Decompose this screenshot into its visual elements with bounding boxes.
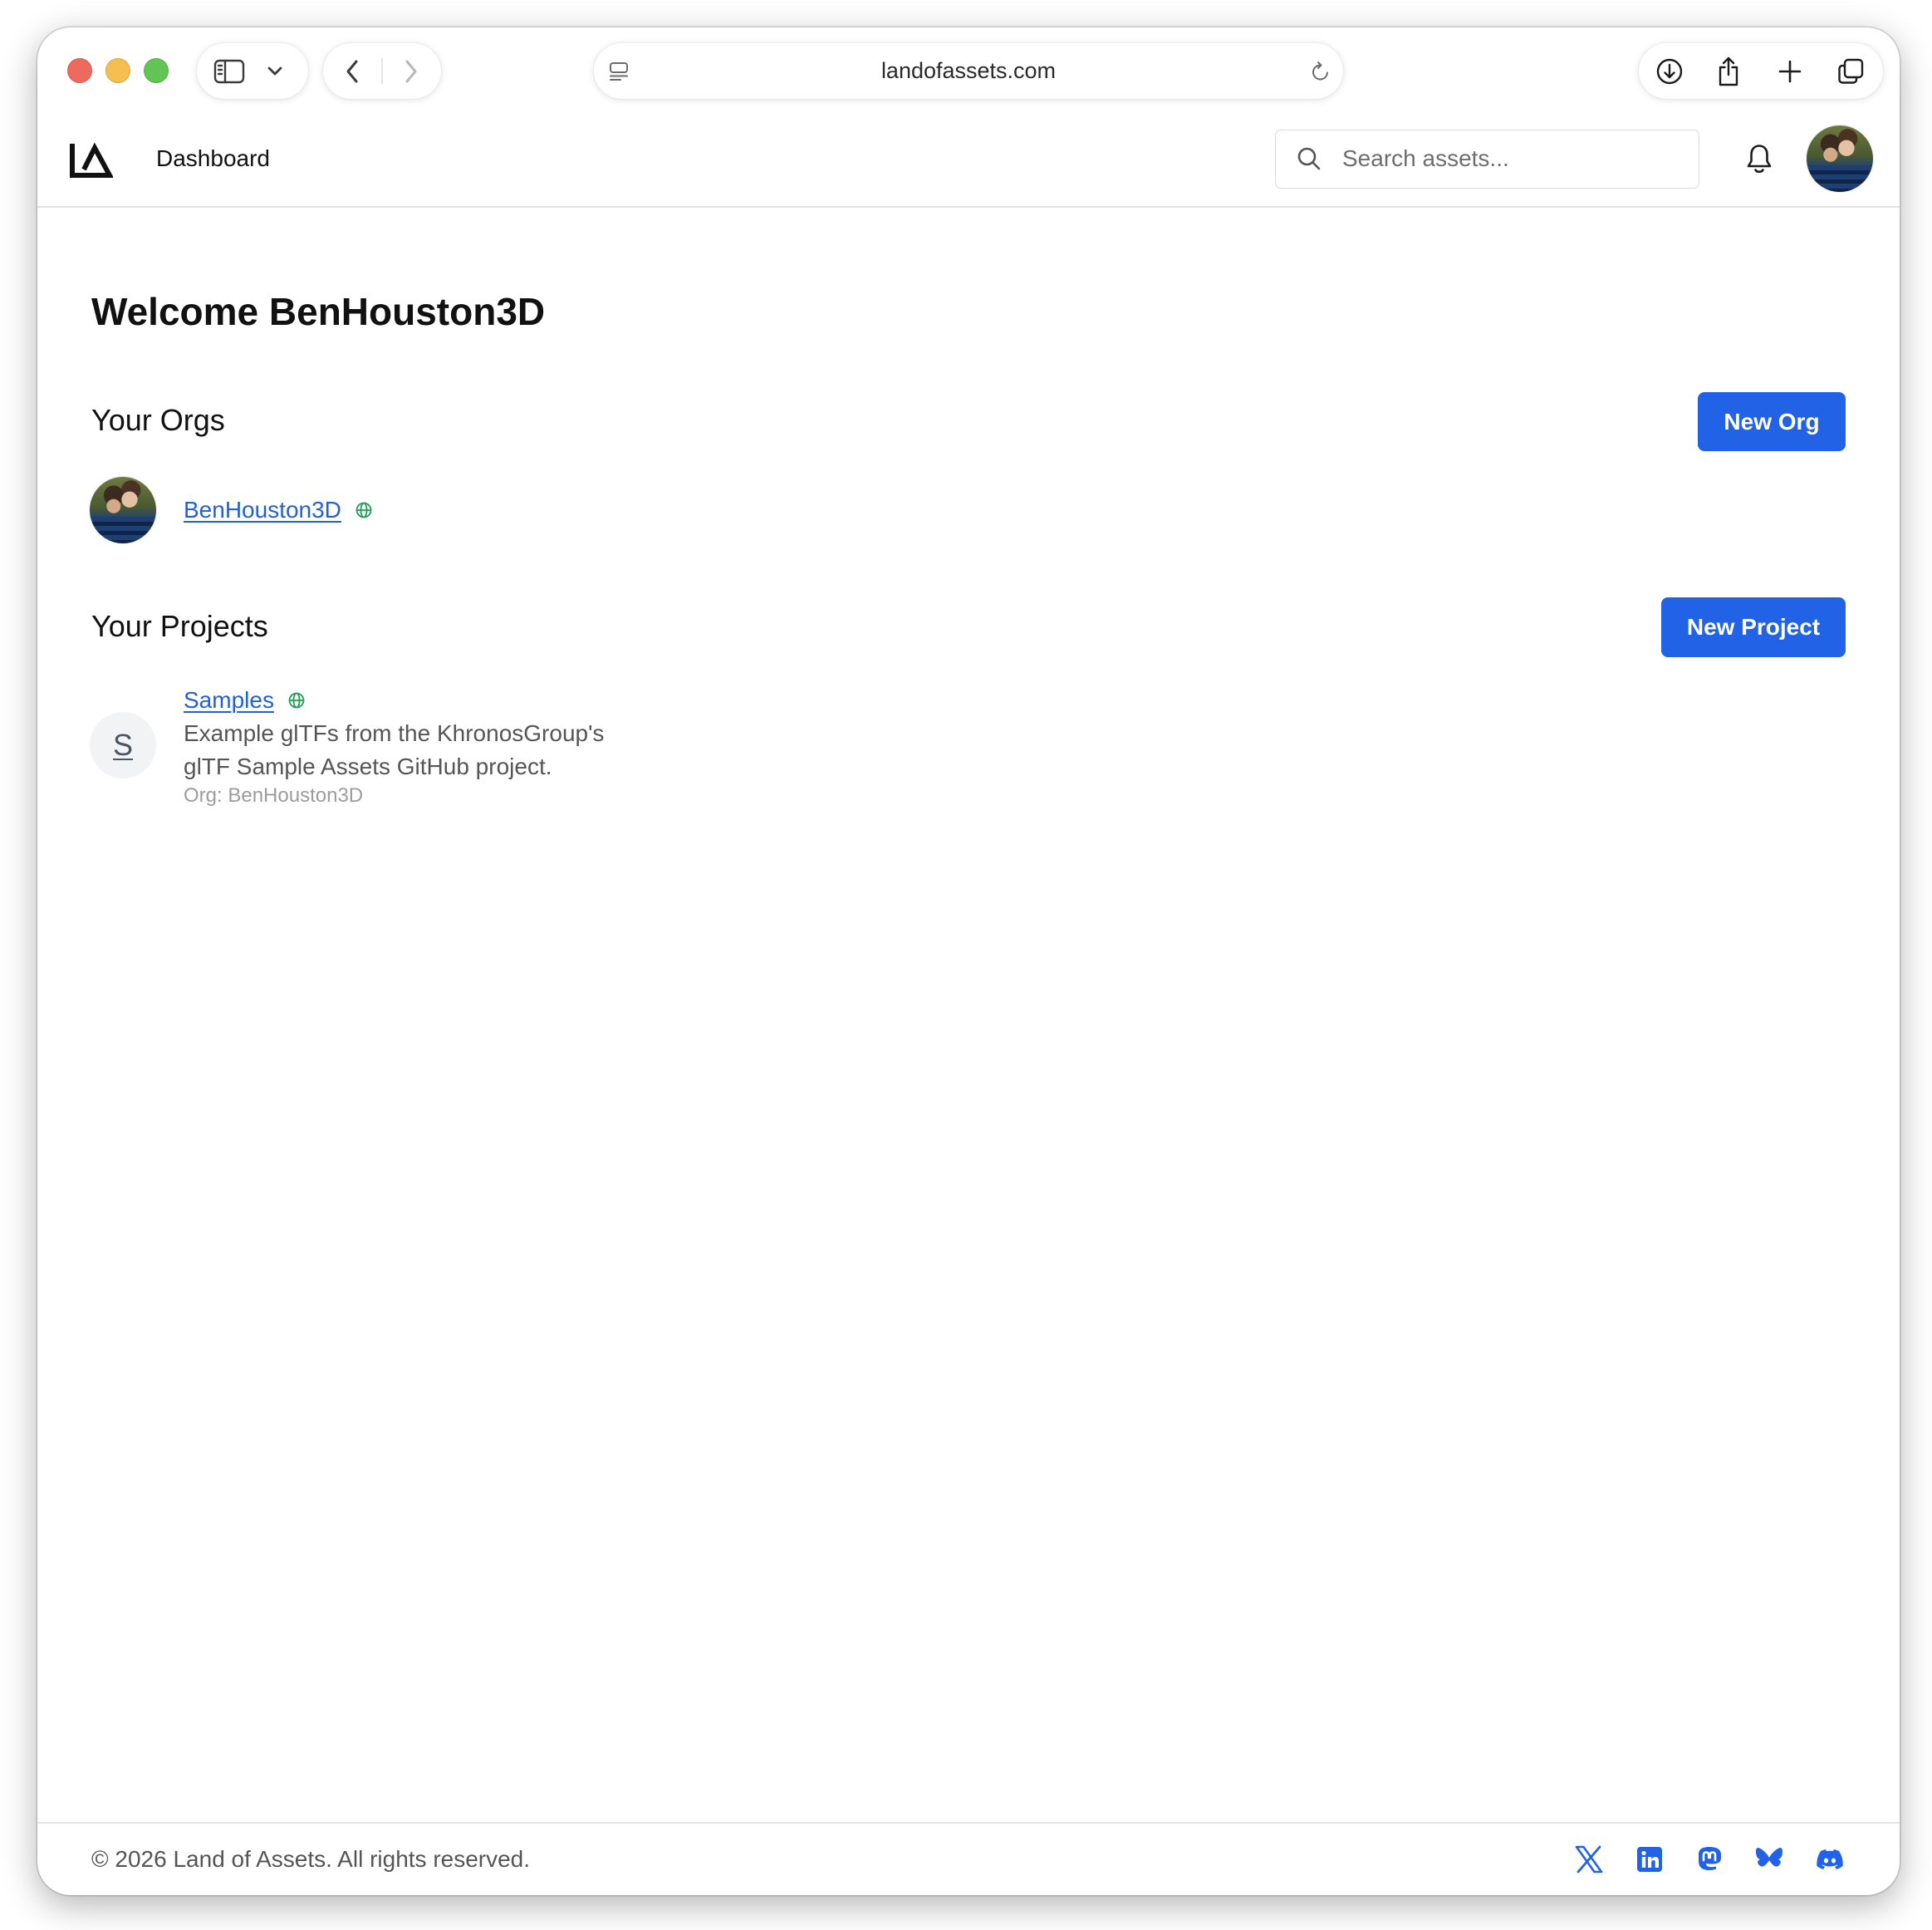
sidebar-menu-button[interactable] (257, 48, 293, 94)
x-icon (1575, 1845, 1603, 1874)
discord-icon (1817, 1849, 1843, 1869)
chevron-right-icon (405, 60, 417, 82)
bluesky-icon (1756, 1848, 1782, 1867)
footer-copyright: © 2026 Land of Assets. All rights reserv… (91, 1846, 531, 1872)
projects-section-title: Your Projects (91, 609, 268, 643)
notifications-button[interactable] (1737, 136, 1782, 181)
project-org-label: Org: BenHouston3D (184, 784, 364, 807)
linkedin-icon (1637, 1847, 1662, 1872)
home-logo-link[interactable] (68, 142, 115, 179)
address-bar[interactable]: landofassets.com (594, 43, 1343, 99)
nav-dashboard-link[interactable]: Dashboard (156, 145, 270, 173)
bluesky-link[interactable] (1754, 1844, 1784, 1874)
project-initial-avatar[interactable]: S (90, 712, 156, 778)
search-box (1275, 130, 1699, 189)
tab-overview-button[interactable] (1828, 48, 1873, 94)
download-icon (1656, 58, 1683, 84)
reload-icon (1312, 61, 1328, 80)
browser-window: landofassets.com Dashboard Search assets… (37, 27, 1900, 1895)
share-button[interactable] (1706, 48, 1751, 94)
share-icon (1719, 56, 1738, 86)
search-icon (1297, 147, 1321, 170)
tabs-icon (1838, 58, 1864, 84)
org-avatar (90, 477, 156, 543)
chevron-left-icon (346, 60, 358, 82)
mastodon-link[interactable] (1694, 1844, 1724, 1874)
reload-button[interactable] (1302, 48, 1339, 94)
org-item: BenHouston3D (184, 496, 373, 524)
actions-toolbar-group (1639, 43, 1883, 99)
toolbar-divider (381, 58, 383, 84)
project-item-title-row: Samples (184, 686, 306, 715)
new-tab-button[interactable] (1768, 48, 1812, 94)
org-link[interactable]: BenHouston3D (184, 496, 341, 524)
project-description: Example glTFs from the KhronosGroup's gl… (184, 720, 605, 779)
plus-icon (1778, 60, 1802, 82)
project-initial: S (112, 728, 133, 762)
page-title: Welcome BenHouston3D (91, 290, 546, 333)
mastodon-icon (1699, 1847, 1721, 1870)
close-window-button[interactable] (67, 58, 92, 83)
globe-icon (288, 692, 305, 709)
x-link[interactable] (1574, 1844, 1604, 1874)
project-link[interactable]: Samples (184, 686, 274, 715)
new-org-button[interactable]: New Org (1698, 392, 1846, 451)
sidebar-toggle-button[interactable] (207, 48, 252, 94)
zoom-window-button[interactable] (144, 58, 169, 83)
search-input[interactable] (1342, 130, 1683, 187)
forward-button[interactable] (389, 48, 434, 94)
minimize-window-button[interactable] (105, 58, 130, 83)
sidebar-icon (213, 59, 245, 83)
orgs-section-title: Your Orgs (91, 403, 225, 437)
bell-icon (1747, 145, 1772, 174)
navigation-toolbar-group (323, 43, 441, 99)
back-button[interactable] (330, 48, 375, 94)
logo-icon (70, 142, 115, 178)
sidebar-toolbar-group (197, 43, 308, 99)
url-text: landofassets.com (880, 58, 1057, 83)
page-menu-button[interactable] (601, 48, 637, 94)
user-avatar[interactable] (1807, 125, 1873, 192)
downloads-button[interactable] (1647, 48, 1692, 94)
footer-divider (37, 1822, 1900, 1824)
header-divider (37, 206, 1900, 208)
chevron-down-icon (267, 66, 282, 75)
page-menu-icon (610, 61, 628, 81)
linkedin-link[interactable] (1635, 1844, 1665, 1874)
globe-icon (356, 502, 372, 518)
new-project-button[interactable]: New Project (1661, 597, 1846, 657)
discord-link[interactable] (1815, 1844, 1845, 1874)
